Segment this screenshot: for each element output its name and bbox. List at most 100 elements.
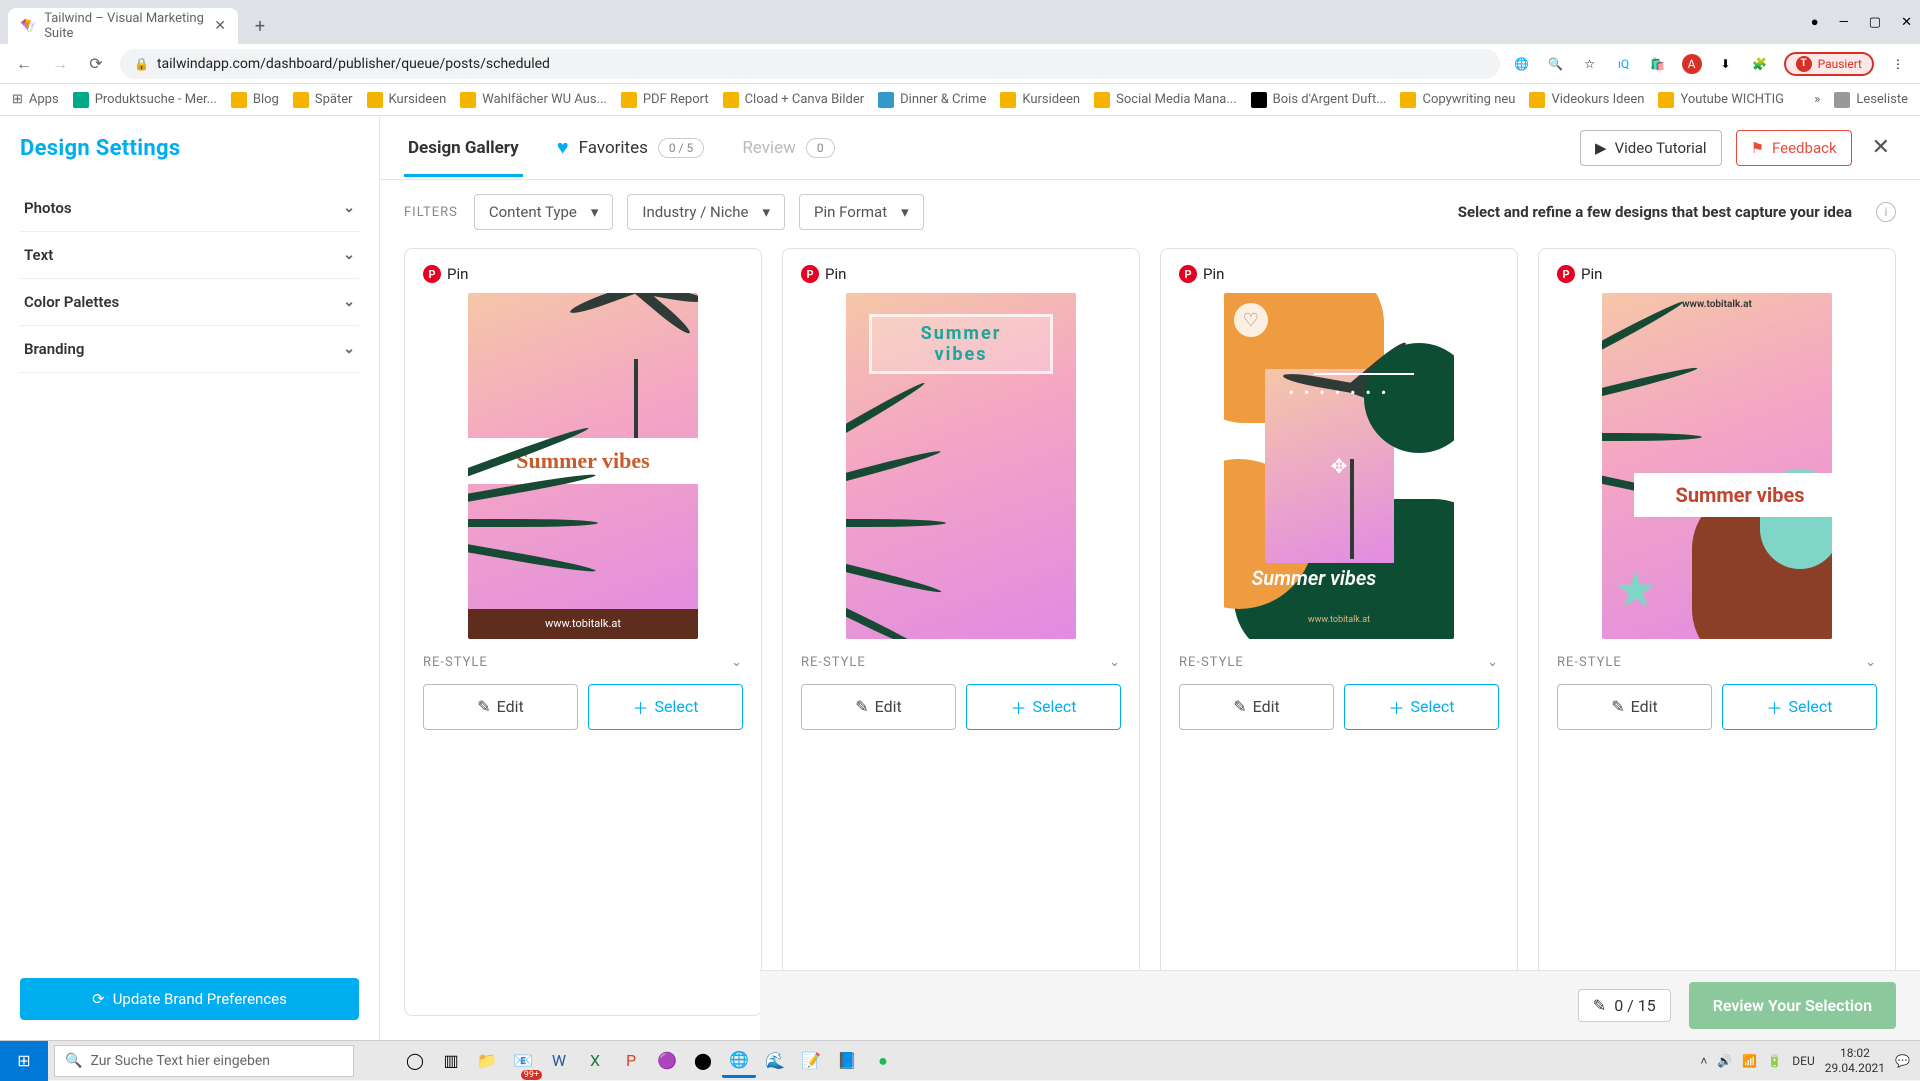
minimize-icon[interactable]: — xyxy=(1839,15,1849,30)
excel-icon[interactable]: X xyxy=(578,1044,612,1078)
folder-icon xyxy=(73,92,89,108)
sidebar-item-text[interactable]: Text⌄ xyxy=(20,232,359,279)
ext-icon-3[interactable]: ⬇ xyxy=(1716,54,1736,74)
info-icon[interactable]: i xyxy=(1876,202,1896,222)
edit-button[interactable]: ✎Edit xyxy=(1179,684,1334,730)
powerpoint-icon[interactable]: P xyxy=(614,1044,648,1078)
sidebar-item-photos[interactable]: Photos⌄ xyxy=(20,185,359,232)
menu-icon[interactable]: ⋮ xyxy=(1888,54,1908,74)
bookmark-item[interactable]: Kursideen xyxy=(367,92,447,108)
flag-icon: ⚑ xyxy=(1751,139,1764,157)
bookmark-overflow[interactable]: » xyxy=(1814,92,1820,107)
account-dot-icon[interactable]: ● xyxy=(1811,14,1819,30)
bookmark-item[interactable]: PDF Report xyxy=(621,92,709,108)
notifications-icon[interactable]: 💬 xyxy=(1895,1054,1910,1068)
design-thumbnail[interactable]: www.tobitalk.at Summer vibes xyxy=(1602,293,1832,639)
filter-content-type[interactable]: Content Type▾ xyxy=(474,194,614,230)
bookmark-item[interactable]: Cload + Canva Bilder xyxy=(723,92,865,108)
restyle-toggle[interactable]: RE-STYLE⌄ xyxy=(1557,655,1877,670)
feedback-button[interactable]: ⚑Feedback xyxy=(1736,130,1852,166)
select-button[interactable]: ＋Select xyxy=(1344,684,1499,730)
adblock-icon[interactable]: A xyxy=(1682,54,1702,74)
select-button[interactable]: ＋Select xyxy=(1722,684,1877,730)
bookmark-item[interactable]: Youtube WICHTIG xyxy=(1658,92,1784,108)
app-icon-2[interactable]: 📘 xyxy=(830,1044,864,1078)
spotify-icon[interactable]: ● xyxy=(866,1044,900,1078)
wifi-icon[interactable]: 📶 xyxy=(1742,1054,1757,1068)
tab-review[interactable]: Review 0 xyxy=(738,120,838,176)
app-icon[interactable]: 🟣 xyxy=(650,1044,684,1078)
bookmark-item[interactable]: Kursideen xyxy=(1000,92,1080,108)
cortana-icon[interactable]: ▥ xyxy=(434,1044,468,1078)
bookmark-item[interactable]: Videokurs Ideen xyxy=(1529,92,1644,108)
volume-icon[interactable]: 🔊 xyxy=(1717,1054,1732,1068)
zoom-icon[interactable]: 🔍 xyxy=(1546,54,1566,74)
battery-icon[interactable]: 🔋 xyxy=(1767,1054,1782,1068)
star-icon[interactable]: ☆ xyxy=(1580,54,1600,74)
select-button[interactable]: ＋Select xyxy=(966,684,1121,730)
bookmark-item[interactable]: Leseliste xyxy=(1834,92,1908,108)
translate-icon[interactable]: 🌐 xyxy=(1512,54,1532,74)
edit-button[interactable]: ✎Edit xyxy=(423,684,578,730)
chevron-up-icon[interactable]: ˄ xyxy=(1700,1054,1707,1068)
new-tab-button[interactable]: + xyxy=(246,12,274,40)
chevron-down-icon: ⌄ xyxy=(1109,655,1121,670)
extensions-icon[interactable]: 🧩 xyxy=(1750,54,1770,74)
close-window-icon[interactable]: ✕ xyxy=(1901,15,1912,30)
obs-icon[interactable]: ⬤ xyxy=(686,1044,720,1078)
edge-icon[interactable]: 🌊 xyxy=(758,1044,792,1078)
close-icon[interactable]: ✕ xyxy=(214,18,226,34)
bookmark-item[interactable]: Social Media Mana... xyxy=(1094,92,1237,108)
bookmark-item[interactable]: Blog xyxy=(231,92,279,108)
reload-icon[interactable]: ⟳ xyxy=(84,52,108,76)
restyle-toggle[interactable]: RE-STYLE⌄ xyxy=(801,655,1121,670)
bookmark-item[interactable]: Bois d'Argent Duft... xyxy=(1251,92,1387,108)
edit-button[interactable]: ✎Edit xyxy=(1557,684,1712,730)
selection-footer: ✎ 0 / 15 Review Your Selection xyxy=(760,970,1920,1040)
restyle-toggle[interactable]: RE-STYLE⌄ xyxy=(1179,655,1499,670)
word-icon[interactable]: W xyxy=(542,1044,576,1078)
taskbar-clock[interactable]: 18:02 29.04.2021 xyxy=(1825,1046,1885,1075)
ext-icon-1[interactable]: ıQ xyxy=(1614,54,1634,74)
design-thumbnail[interactable]: • • • • • • • ♡ Summer vibes www.tobital… xyxy=(1224,293,1454,639)
tab-design-gallery[interactable]: Design Gallery xyxy=(404,120,523,176)
forward-icon[interactable]: → xyxy=(48,52,72,76)
bookmark-item[interactable]: Dinner & Crime xyxy=(878,92,986,108)
start-button[interactable]: ⊞ xyxy=(0,1041,48,1081)
close-panel-icon[interactable]: ✕ xyxy=(1866,135,1896,160)
notepad-icon[interactable]: 📝 xyxy=(794,1044,828,1078)
favorite-heart-icon[interactable]: ♡ xyxy=(1234,303,1268,337)
restyle-toggle[interactable]: RE-STYLE⌄ xyxy=(423,655,743,670)
taskbar-search[interactable]: 🔍 Zur Suche Text hier eingeben xyxy=(54,1045,354,1077)
video-tutorial-button[interactable]: ▶Video Tutorial xyxy=(1580,130,1722,166)
browser-tab[interactable]: 🪁 Tailwind – Visual Marketing Suite ✕ xyxy=(8,8,238,44)
ext-icon-2[interactable]: 🛍️ xyxy=(1648,54,1668,74)
tab-favorites[interactable]: ♥ Favorites 0 / 5 xyxy=(553,117,709,178)
explorer-icon[interactable]: 📁 xyxy=(470,1044,504,1078)
filter-pin-format[interactable]: Pin Format▾ xyxy=(799,194,924,230)
select-button[interactable]: ＋Select xyxy=(588,684,743,730)
bookmark-item[interactable]: Später xyxy=(293,92,353,108)
language-indicator[interactable]: DEU xyxy=(1792,1054,1814,1068)
filter-hint: Select and refine a few designs that bes… xyxy=(1458,203,1852,221)
bookmark-item[interactable]: Wahlfächer WU Aus... xyxy=(460,92,607,108)
filter-industry[interactable]: Industry / Niche▾ xyxy=(627,194,785,230)
edit-button[interactable]: ✎Edit xyxy=(801,684,956,730)
maximize-icon[interactable]: ▢ xyxy=(1869,15,1881,30)
url-field[interactable]: 🔒 tailwindapp.com/dashboard/publisher/qu… xyxy=(120,49,1500,79)
review-selection-button[interactable]: Review Your Selection xyxy=(1689,982,1896,1029)
back-icon[interactable]: ← xyxy=(12,52,36,76)
apps-shortcut[interactable]: ⊞Apps xyxy=(12,92,59,107)
update-brand-button[interactable]: ⟳ Update Brand Preferences xyxy=(20,978,359,1020)
profile-paused-chip[interactable]: T Pausiert xyxy=(1784,52,1874,76)
design-thumbnail[interactable]: Summer vibes www.tobitalk.at xyxy=(468,293,698,639)
sidebar-item-palettes[interactable]: Color Palettes⌄ xyxy=(20,279,359,326)
chrome-icon[interactable]: 🌐 xyxy=(722,1044,756,1078)
bookmark-item[interactable]: Copywriting neu xyxy=(1400,92,1515,108)
mail-icon[interactable]: 📧99+ xyxy=(506,1044,540,1078)
task-view-icon[interactable]: ◯ xyxy=(398,1044,432,1078)
design-thumbnail[interactable]: Summervibes xyxy=(846,293,1076,639)
bookmark-item[interactable]: Produktsuche - Mer... xyxy=(73,92,217,108)
sidebar-item-branding[interactable]: Branding⌄ xyxy=(20,326,359,373)
main-panel: Design Gallery ♥ Favorites 0 / 5 Review … xyxy=(380,116,1920,1040)
